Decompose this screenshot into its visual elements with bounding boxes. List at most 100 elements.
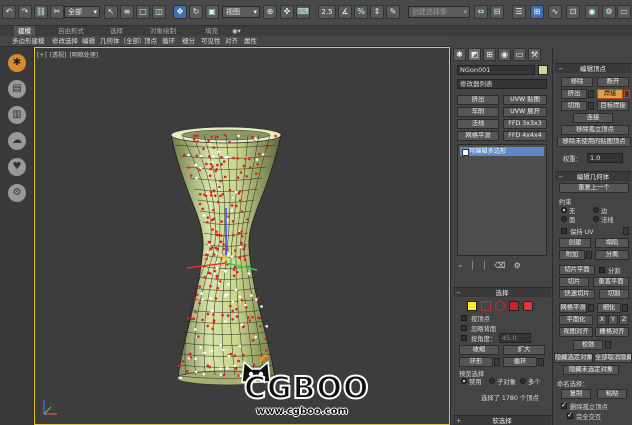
book-icon[interactable]: ▥ xyxy=(8,106,26,124)
rectangle-selection-icon[interactable]: □ xyxy=(136,5,150,19)
chamfer-vertex-button[interactable]: 切角 xyxy=(561,101,587,111)
percent-snap-icon[interactable]: % xyxy=(354,5,368,19)
border-mode-icon[interactable] xyxy=(495,301,505,311)
polygon-mode-icon[interactable] xyxy=(509,301,519,311)
detach-button[interactable]: 分离 xyxy=(595,250,629,260)
selection-rollout-title[interactable]: − 选择 xyxy=(453,287,551,297)
planar-x-button[interactable]: X xyxy=(597,315,607,325)
stack-item-editable-poly[interactable]: 可编辑多边形 xyxy=(460,147,544,156)
tab-freeform[interactable]: 自由形式 xyxy=(58,26,84,36)
attach-settings-button[interactable] xyxy=(586,251,592,259)
unhide-all-button[interactable]: 全部取消隐藏 xyxy=(594,353,632,363)
document-icon[interactable]: ▤ xyxy=(8,80,26,98)
ribbon-polygon-modeling[interactable]: 多边形建模 xyxy=(12,36,45,47)
uvw-unwrap-modifier-button[interactable]: UVW 展开 xyxy=(503,107,547,117)
layer-manager-icon[interactable]: ☰ xyxy=(512,5,526,19)
create-panel-icon[interactable]: ✱ xyxy=(453,48,466,61)
copy-selection-button[interactable]: 复制 xyxy=(561,389,591,399)
heart-icon[interactable]: ♥ xyxy=(8,158,26,176)
tab-object-paint[interactable]: 对象绘制 xyxy=(150,26,176,36)
loop-button[interactable]: 循环 xyxy=(503,357,537,367)
preserve-uv-settings[interactable] xyxy=(623,227,629,235)
named-selection-set-input[interactable]: 创建选择集 xyxy=(408,6,470,18)
cloud-icon[interactable]: ☁ xyxy=(8,132,26,150)
angle-value-field[interactable]: 45.0 xyxy=(499,333,531,343)
select-manipulate-icon[interactable]: ✜ xyxy=(280,5,294,19)
scene-explorer-icon[interactable]: ⊞ xyxy=(530,5,544,19)
edit-geometry-rollout-title[interactable]: − 编辑几何体 xyxy=(555,171,631,181)
soft-selection-rollout-title[interactable]: + 软选择 xyxy=(453,415,551,425)
ring-spinner[interactable] xyxy=(494,358,500,366)
remove-unused-map-button[interactable]: 移除未使用的贴图顶点 xyxy=(557,137,631,147)
modifier-list-dropdown[interactable]: 修改器列表 xyxy=(457,79,547,89)
mirror-icon[interactable]: ⇔ xyxy=(474,5,488,19)
ribbon-properties[interactable]: 属性 xyxy=(244,36,257,47)
chamfer-settings-button[interactable] xyxy=(588,102,594,110)
preserve-uv-checkbox[interactable] xyxy=(561,228,567,234)
motion-panel-icon[interactable]: ◉ xyxy=(498,48,511,61)
attach-button[interactable]: 附加 xyxy=(559,250,585,260)
extrude-settings-button[interactable] xyxy=(588,90,594,98)
tab-modeling[interactable]: 建模 xyxy=(14,26,35,36)
ribbon-modify-selection[interactable]: 修改选择 xyxy=(52,36,78,47)
window-crossing-icon[interactable]: ◫ xyxy=(152,5,166,19)
view-align-button[interactable]: 视图对齐 xyxy=(559,327,593,337)
spinner-snap-icon[interactable]: ⇕ xyxy=(370,5,384,19)
constraint-none-radio[interactable] xyxy=(561,207,567,213)
align-icon[interactable]: ⊟ xyxy=(490,5,504,19)
remove-vertex-button[interactable]: 移除 xyxy=(561,77,593,87)
utilities-panel-icon[interactable]: ⚒ xyxy=(528,48,541,61)
preview-off-radio[interactable] xyxy=(461,378,467,384)
grow-button[interactable]: 扩大 xyxy=(503,345,545,355)
collapse-button[interactable]: 塌陷 xyxy=(595,238,629,248)
lathe-modifier-button[interactable]: 车削 xyxy=(457,107,499,117)
edge-mode-icon[interactable] xyxy=(481,301,491,311)
object-name-field[interactable]: NGon001 xyxy=(457,65,535,75)
constraint-edge-radio[interactable] xyxy=(593,207,599,213)
ribbon-visibility[interactable]: 可见性 xyxy=(201,36,221,47)
preview-multi-radio[interactable] xyxy=(520,378,526,384)
weld-vertex-button[interactable]: 焊接 xyxy=(597,89,623,99)
ribbon-edit[interactable]: 编辑 xyxy=(82,36,95,47)
select-object-icon[interactable]: ↖ xyxy=(104,5,118,19)
connect-vertex-button[interactable]: 连接 xyxy=(573,113,613,123)
show-end-result-icon[interactable]: ⏐ xyxy=(471,261,483,270)
quickslice-button[interactable]: 快速切片 xyxy=(559,289,595,299)
settings-gear-icon[interactable]: ⚙ xyxy=(8,184,26,202)
hide-selected-button[interactable]: 隐藏选定对象 xyxy=(554,353,593,363)
ring-button[interactable]: 环形 xyxy=(459,357,493,367)
meshsmooth-settings-button[interactable] xyxy=(588,304,594,312)
relax-settings-button[interactable] xyxy=(605,341,611,349)
unlink-icon[interactable]: ✂ xyxy=(50,5,64,19)
grid-align-button[interactable]: 栅格对齐 xyxy=(595,327,629,337)
object-color-swatch[interactable] xyxy=(538,65,548,75)
display-panel-icon[interactable]: ▭ xyxy=(513,48,526,61)
ribbon-vertices[interactable]: 顶点 xyxy=(144,36,157,47)
by-angle-checkbox[interactable] xyxy=(461,335,467,341)
repeat-last-button[interactable]: 重复上一个 xyxy=(559,183,629,193)
tab-populate[interactable]: 填充 xyxy=(205,26,218,36)
select-scale-icon[interactable]: ▣ xyxy=(205,5,219,19)
constraint-face-radio[interactable] xyxy=(561,216,567,222)
ribbon-geometry-all[interactable]: 几何体（全部） xyxy=(100,36,146,47)
paste-selection-button[interactable]: 粘贴 xyxy=(597,389,627,399)
break-vertex-button[interactable]: 断开 xyxy=(597,77,629,87)
remove-modifier-icon[interactable]: ⌫ xyxy=(494,261,513,270)
cut-button[interactable]: 切割 xyxy=(599,289,629,299)
make-unique-icon[interactable]: ⏐ xyxy=(483,261,495,270)
slice-plane-button[interactable]: 切片平面 xyxy=(559,265,595,275)
pivot-center-icon[interactable]: ⊕ xyxy=(263,5,277,19)
weight-field[interactable]: 1.0 xyxy=(587,153,623,163)
curve-editor-icon[interactable]: ∿ xyxy=(548,5,562,19)
select-by-name-icon[interactable]: ≡ xyxy=(120,5,134,19)
extrude-vertex-button[interactable]: 挤出 xyxy=(561,89,587,99)
relax-button[interactable]: 松弛 xyxy=(573,340,603,350)
ribbon-loops[interactable]: 循环 xyxy=(162,36,175,47)
preview-subobject-radio[interactable] xyxy=(489,378,495,384)
hierarchy-panel-icon[interactable]: ⊞ xyxy=(483,48,496,61)
angle-snap-icon[interactable]: ∡ xyxy=(338,5,352,19)
render-setup-icon[interactable]: ⚙ xyxy=(602,5,616,19)
create-button[interactable]: 创建 xyxy=(559,238,591,248)
element-mode-icon[interactable] xyxy=(523,301,533,311)
edit-vertices-rollout-title[interactable]: − 编辑顶点 xyxy=(555,63,631,73)
